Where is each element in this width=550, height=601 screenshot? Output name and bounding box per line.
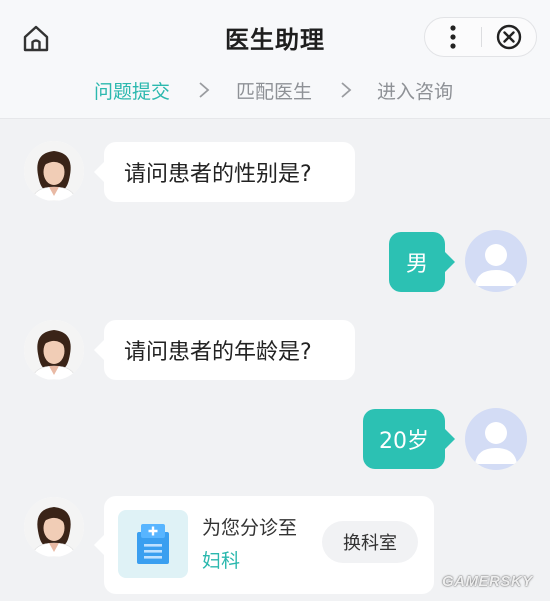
step-enter-consultation: 进入咨询 — [377, 81, 454, 103]
user-silhouette-icon — [475, 244, 517, 286]
message-text: 男 — [405, 252, 428, 277]
more-vertical-icon — [450, 25, 456, 49]
department-icon-box — [118, 510, 188, 578]
close-circle-icon — [496, 24, 522, 50]
step-match-doctor: 匹配医生 — [236, 81, 313, 103]
doctor-avatar — [24, 497, 84, 557]
watermark: GAMERSKY — [442, 573, 533, 590]
top-bar: 医生助理 问题提交 匹配医生 进入咨询 — [0, 0, 550, 119]
doctor-message: 请问患者的年龄是? — [94, 320, 355, 380]
progress-steps: 问题提交 匹配医生 进入咨询 — [0, 77, 550, 107]
user-message: 男 — [389, 232, 455, 292]
doctor-portrait-icon — [24, 497, 84, 557]
message-text: 请问患者的年龄是? — [124, 340, 312, 365]
user-silhouette-icon — [475, 422, 517, 464]
chevron-right-icon — [341, 82, 352, 98]
department-name[interactable]: 妇科 — [202, 546, 240, 573]
user-avatar — [465, 230, 527, 292]
doctor-avatar — [24, 320, 84, 380]
chevron-right-icon — [199, 82, 210, 98]
user-avatar — [465, 408, 527, 470]
doctor-avatar — [24, 141, 84, 201]
triage-prefix-text: 为您分诊至 — [202, 517, 298, 539]
step-submit-question: 问题提交 — [94, 81, 171, 103]
triage-card: 为您分诊至 妇科 换科室 — [94, 496, 434, 594]
mini-program-capsule — [424, 17, 537, 57]
doctor-portrait-icon — [24, 320, 84, 380]
message-text: 20岁 — [379, 429, 429, 454]
hospital-building-icon — [137, 524, 169, 564]
message-text: 请问患者的性别是? — [124, 162, 312, 187]
doctor-message: 请问患者的性别是? — [94, 142, 355, 202]
close-button[interactable] — [482, 18, 536, 56]
doctor-portrait-icon — [24, 141, 84, 201]
user-message: 20岁 — [363, 409, 455, 469]
more-button[interactable] — [425, 18, 481, 56]
change-department-button[interactable]: 换科室 — [322, 521, 418, 563]
